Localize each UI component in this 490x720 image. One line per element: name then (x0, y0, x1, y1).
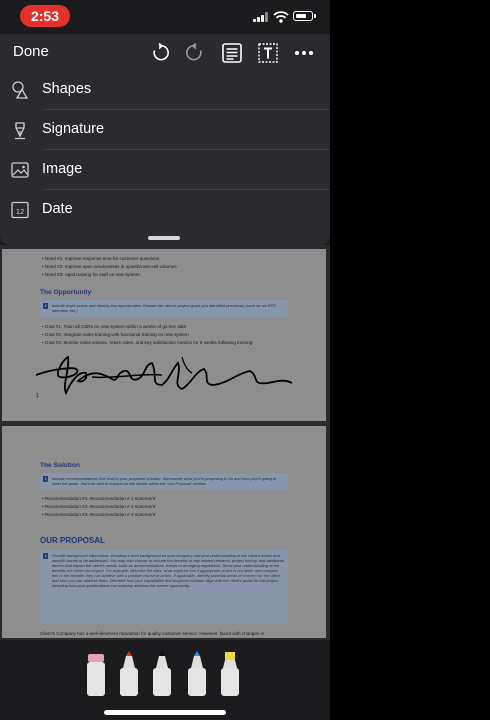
menu-item-shapes[interactable]: Shapes (0, 70, 330, 110)
undo-icon[interactable] (148, 42, 170, 64)
redo-icon[interactable] (185, 42, 207, 64)
section-title-solution: The Solution (40, 462, 80, 469)
info-icon: i (43, 476, 48, 482)
wifi-icon (273, 10, 289, 23)
opportunity-callout: i Include major points and identify key … (40, 300, 288, 317)
red-pen-tool[interactable] (118, 650, 140, 696)
info-icon: i (43, 303, 48, 309)
blue-pen-tool[interactable] (186, 650, 208, 696)
markup-tool-palette (0, 640, 330, 720)
cellular-signal-icon (253, 12, 269, 22)
menu-grabber-handle[interactable] (148, 236, 180, 240)
body-text: Client's Company has a well-deserved rep… (40, 631, 265, 636)
status-bar: 2:53 (0, 0, 330, 34)
menu-item-date[interactable]: 12 Date (0, 190, 330, 230)
text-box-icon[interactable] (257, 42, 279, 64)
list-item: Recommendation #2: Recommendation # 2 st… (42, 503, 155, 511)
pen-nib-icon (10, 120, 30, 140)
list-item: Need #2: Improve upon weaknesses in upse… (42, 263, 177, 271)
handwritten-signature[interactable] (32, 349, 302, 399)
highlighter-tool[interactable] (219, 650, 241, 696)
document-page-2: The Solution i Include recommendations t… (2, 426, 326, 638)
menu-label: Signature (42, 121, 105, 137)
battery-cap (314, 14, 316, 18)
black-pen-tool[interactable] (151, 650, 173, 696)
page-number: 1 (36, 393, 39, 399)
solution-callout: i Include recommendations that lead to y… (40, 473, 288, 490)
recommendations-list: Recommendation #1: Recommendation # 1 st… (42, 495, 155, 519)
list-item: Need #1: Improve response time for custo… (42, 255, 177, 263)
shapes-icon (10, 80, 30, 100)
document-page-1: Need #1: Improve response time for custo… (2, 249, 326, 421)
background-area (330, 0, 490, 720)
calendar-icon-text: 12 (16, 207, 24, 216)
section-title-opportunity: The Opportunity (40, 289, 92, 296)
done-button[interactable]: Done (13, 43, 49, 60)
add-markup-menu: Shapes Signature Image 12 Date (0, 70, 330, 245)
battery-icon (293, 11, 313, 21)
phone-screen: 2:53 Done Need #1: Improve respon (0, 0, 330, 720)
list-item: Goal #1: Train all CSRs on new system wi… (42, 323, 252, 331)
info-icon: i (43, 553, 48, 559)
home-indicator[interactable] (104, 710, 226, 715)
menu-label: Date (42, 201, 73, 217)
goals-list: Goal #1: Train all CSRs on new system wi… (42, 323, 252, 347)
menu-label: Image (42, 161, 83, 177)
list-item: Goal #2: Integrate sales training with f… (42, 331, 252, 339)
image-icon (10, 160, 30, 180)
status-time: 2:53 (20, 5, 70, 27)
annotate-icon[interactable] (221, 42, 243, 64)
list-item: Recommendation #3: Recommendation # 3 st… (42, 511, 155, 519)
document-viewer[interactable]: Need #1: Improve response time for custo… (0, 245, 330, 640)
menu-item-image[interactable]: Image (0, 150, 330, 190)
list-item: Need #3: rapid training for staff on new… (42, 271, 177, 279)
calendar-icon: 12 (10, 200, 30, 220)
eraser-tool[interactable] (85, 650, 107, 696)
more-icon[interactable] (293, 42, 315, 64)
proposal-title: OUR PROPOSAL (40, 536, 105, 545)
markup-toolbar: Done (0, 34, 330, 70)
callout-text: Include recommendations that lead to you… (52, 476, 277, 486)
needs-list: Need #1: Improve response time for custo… (42, 255, 177, 279)
menu-label: Shapes (42, 81, 92, 97)
menu-item-signature[interactable]: Signature (0, 110, 330, 150)
callout-text: Include major points and identify key op… (52, 303, 277, 313)
list-item: Recommendation #1: Recommendation # 1 st… (42, 495, 155, 503)
proposal-callout: i Provide background information, includ… (40, 550, 288, 624)
callout-text: Provide background information, includin… (52, 553, 284, 588)
list-item: Goal #3: Monitor sales volume, return ra… (42, 339, 252, 347)
